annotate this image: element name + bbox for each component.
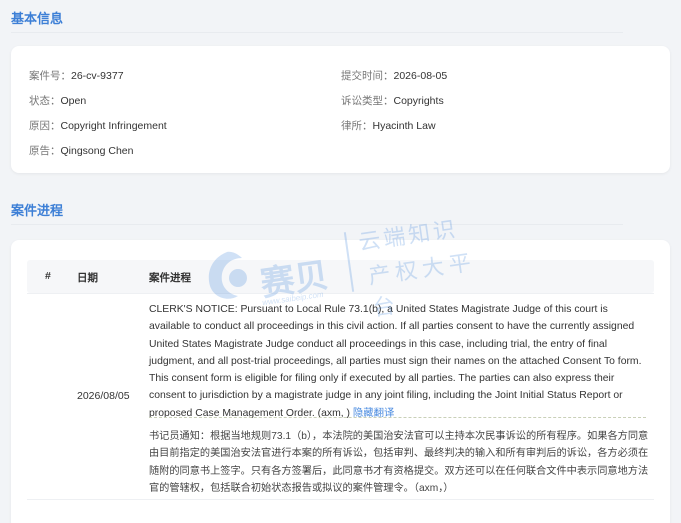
status-value: Open — [60, 95, 87, 107]
row-divider — [27, 499, 654, 500]
translation-divider — [149, 417, 646, 418]
entry-text-chinese: 书记员通知：根据当地规则73.1（b），本法院的美国治安法官可以主持本次民事诉讼… — [149, 431, 649, 494]
status-field: 状态：Open — [29, 93, 86, 108]
header-number: # — [45, 270, 51, 282]
row-date: 2026/08/05 — [77, 390, 130, 402]
header-date: 日期 — [77, 272, 98, 284]
law-firm-value: Hyacinth Law — [372, 120, 436, 132]
case-number-label: 案件号： — [29, 70, 71, 82]
submit-time-value: 2026-08-05 — [393, 70, 448, 82]
cause-field: 原因：Copyright Infringement — [29, 118, 167, 133]
litigation-type-field: 诉讼类型：Copyrights — [341, 93, 444, 108]
section-title-case-progress: 案件进程 — [11, 200, 624, 225]
section-title-basic-info: 基本信息 — [11, 8, 624, 33]
case-number-value: 26-cv-9377 — [71, 70, 124, 82]
law-firm-label: 律所： — [341, 120, 373, 132]
case-progress-card: # 日期 案件进程 2026/08/05 CLERK'S NOTICE: Pur… — [11, 240, 670, 523]
submit-time-field: 提交时间：2026-08-05 — [341, 68, 447, 83]
entry-text-english: CLERK'S NOTICE: Pursuant to Local Rule 7… — [149, 301, 649, 422]
litigation-type-label: 诉讼类型： — [341, 95, 394, 107]
litigation-type-value: Copyrights — [393, 95, 444, 107]
plaintiff-value: Qingsong Chen — [60, 145, 134, 157]
header-entry: 案件进程 — [149, 272, 191, 284]
case-number-field: 案件号：26-cv-9377 — [29, 68, 124, 83]
basic-info-card: 案件号：26-cv-9377 提交时间：2026-08-05 状态：Open 诉… — [11, 46, 670, 173]
table-header: # 日期 案件进程 — [27, 260, 654, 293]
status-label: 状态： — [29, 95, 61, 107]
entry-english-content: CLERK'S NOTICE: Pursuant to Local Rule 7… — [149, 304, 642, 419]
plaintiff-field: 原告：Qingsong Chen — [29, 143, 133, 158]
cause-value: Copyright Infringement — [60, 120, 167, 132]
row-divider — [27, 293, 654, 294]
law-firm-field: 律所：Hyacinth Law — [341, 118, 436, 133]
submit-time-label: 提交时间： — [341, 70, 394, 82]
cause-label: 原因： — [29, 120, 61, 132]
plaintiff-label: 原告： — [29, 145, 61, 157]
